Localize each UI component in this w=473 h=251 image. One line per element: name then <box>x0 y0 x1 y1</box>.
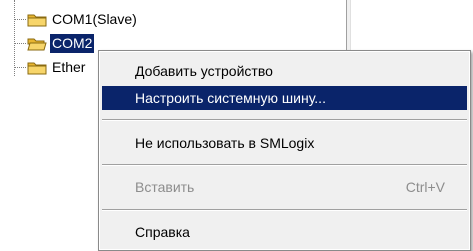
tree-branch-line <box>14 42 26 44</box>
folder-open-icon <box>27 36 47 51</box>
tree-branch-line <box>14 18 26 20</box>
tree-node-ether[interactable]: Ether <box>14 56 87 78</box>
tree-node-com1[interactable]: COM1(Slave) <box>14 8 139 30</box>
menu-item-label: Добавить устройство <box>135 63 273 79</box>
menu-item-label: Настроить системную шину... <box>135 90 326 106</box>
folder-icon <box>27 60 47 75</box>
menu-item-label: Не использовать в SMLogix <box>135 135 315 151</box>
tree-node-com2[interactable]: COM2 <box>14 32 95 54</box>
menu-separator <box>102 209 467 211</box>
menu-item-help[interactable]: Справка <box>102 220 467 244</box>
menu-item-configure-system-bus[interactable]: Настроить системную шину... <box>102 86 467 110</box>
menu-item-shortcut: Ctrl+V <box>405 179 445 195</box>
menu-item-add-device[interactable]: Добавить устройство <box>102 59 467 83</box>
menu-separator <box>102 119 467 121</box>
context-menu: Добавить устройство Настроить системную … <box>98 50 471 251</box>
menu-separator <box>102 164 467 166</box>
menu-item-label: Справка <box>135 224 190 240</box>
menu-item-exclude-from-smlogix[interactable]: Не использовать в SMLogix <box>102 131 467 155</box>
menu-item-paste: Вставить Ctrl+V <box>102 175 467 199</box>
tree-node-label: Ether <box>52 58 86 75</box>
folder-icon <box>27 12 47 27</box>
tree-node-label-selected: COM2 <box>50 33 95 53</box>
tree-node-label: COM1(Slave) <box>52 10 137 27</box>
tree-branch-line <box>14 66 26 68</box>
menu-item-label: Вставить <box>135 179 195 195</box>
